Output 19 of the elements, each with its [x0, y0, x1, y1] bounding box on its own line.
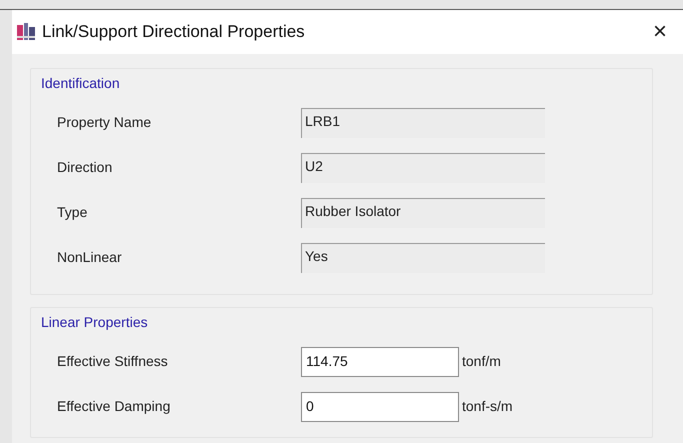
app-icon: [16, 22, 36, 42]
close-button[interactable]: ×: [645, 20, 675, 44]
readonly-field[interactable]: Rubber Isolator: [301, 198, 545, 228]
group-title: Identification: [41, 74, 121, 93]
unit-label: tonf-s/m: [462, 397, 513, 416]
field-label: Type: [57, 203, 88, 222]
readonly-field[interactable]: LRB1: [301, 108, 545, 138]
readonly-field[interactable]: U2: [301, 152, 545, 182]
field-label: Property Name: [57, 113, 152, 132]
field-label: Effective Damping: [57, 397, 172, 416]
unit-label: tonf/m: [462, 352, 501, 371]
field-label: Effective Stiffness: [57, 352, 169, 371]
input-field[interactable]: 114.75: [301, 346, 459, 376]
readonly-field[interactable]: Yes: [301, 242, 545, 272]
group-title: Linear Properties: [41, 313, 149, 332]
field-label: Direction: [57, 158, 114, 177]
window-title: Link/Support Directional Properties: [42, 21, 306, 44]
field-label: NonLinear: [57, 248, 123, 267]
input-field[interactable]: 0: [301, 392, 459, 422]
